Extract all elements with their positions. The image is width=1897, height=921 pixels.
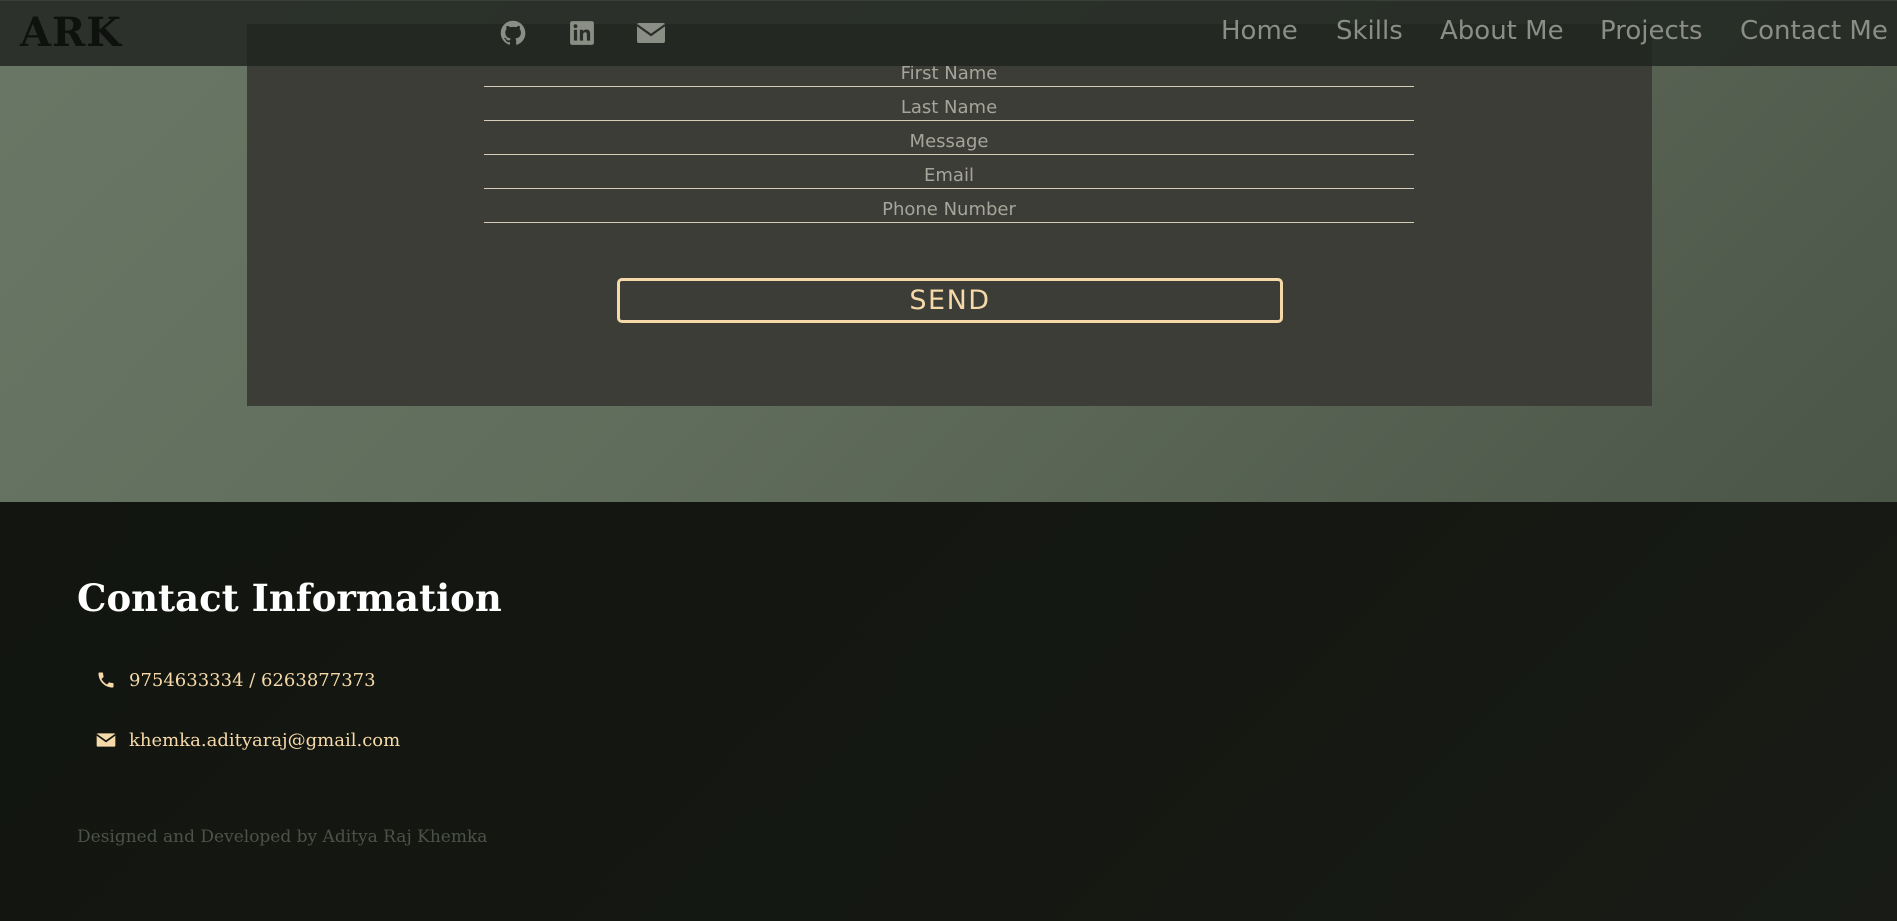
- site-logo[interactable]: ARK: [20, 9, 122, 56]
- send-button[interactable]: SEND: [617, 278, 1283, 323]
- phone-number-field[interactable]: Phone Number: [484, 189, 1414, 223]
- nav-contact-me[interactable]: Contact Me: [1740, 16, 1888, 46]
- nav-about-me[interactable]: About Me: [1440, 16, 1564, 46]
- last-name-placeholder: Last Name: [900, 97, 998, 118]
- linkedin-icon[interactable]: [567, 18, 597, 48]
- first-name-placeholder: First Name: [900, 63, 998, 84]
- github-icon[interactable]: [498, 18, 528, 48]
- email-field[interactable]: Email: [484, 155, 1414, 189]
- contact-section: First Name Last Name Message Email Phone…: [0, 0, 1897, 502]
- navbar: ARK Home Skills About Me Projects Contac…: [0, 0, 1897, 66]
- last-name-field[interactable]: Last Name: [484, 87, 1414, 121]
- phone-icon: [95, 669, 117, 691]
- phone-row: 9754633334 / 6263877373: [95, 669, 376, 691]
- message-field[interactable]: Message: [484, 121, 1414, 155]
- footer: Contact Information 9754633334 / 6263877…: [0, 502, 1897, 921]
- nav-projects[interactable]: Projects: [1600, 16, 1703, 46]
- phone-numbers[interactable]: 9754633334 / 6263877373: [129, 670, 376, 691]
- email-placeholder: Email: [924, 165, 974, 186]
- envelope-icon: [95, 729, 117, 751]
- nav-skills[interactable]: Skills: [1336, 16, 1403, 46]
- contact-form: First Name Last Name Message Email Phone…: [247, 24, 1652, 406]
- footer-credit: Designed and Developed by Aditya Raj Khe…: [77, 827, 488, 847]
- phone-number-placeholder: Phone Number: [882, 199, 1016, 220]
- email-address[interactable]: khemka.adityaraj@gmail.com: [129, 730, 400, 751]
- email-row: khemka.adityaraj@gmail.com: [95, 729, 400, 751]
- envelope-icon[interactable]: [636, 18, 666, 48]
- send-button-label: SEND: [909, 285, 991, 316]
- message-placeholder: Message: [909, 131, 989, 152]
- footer-title: Contact Information: [77, 576, 502, 620]
- nav-home[interactable]: Home: [1221, 16, 1298, 46]
